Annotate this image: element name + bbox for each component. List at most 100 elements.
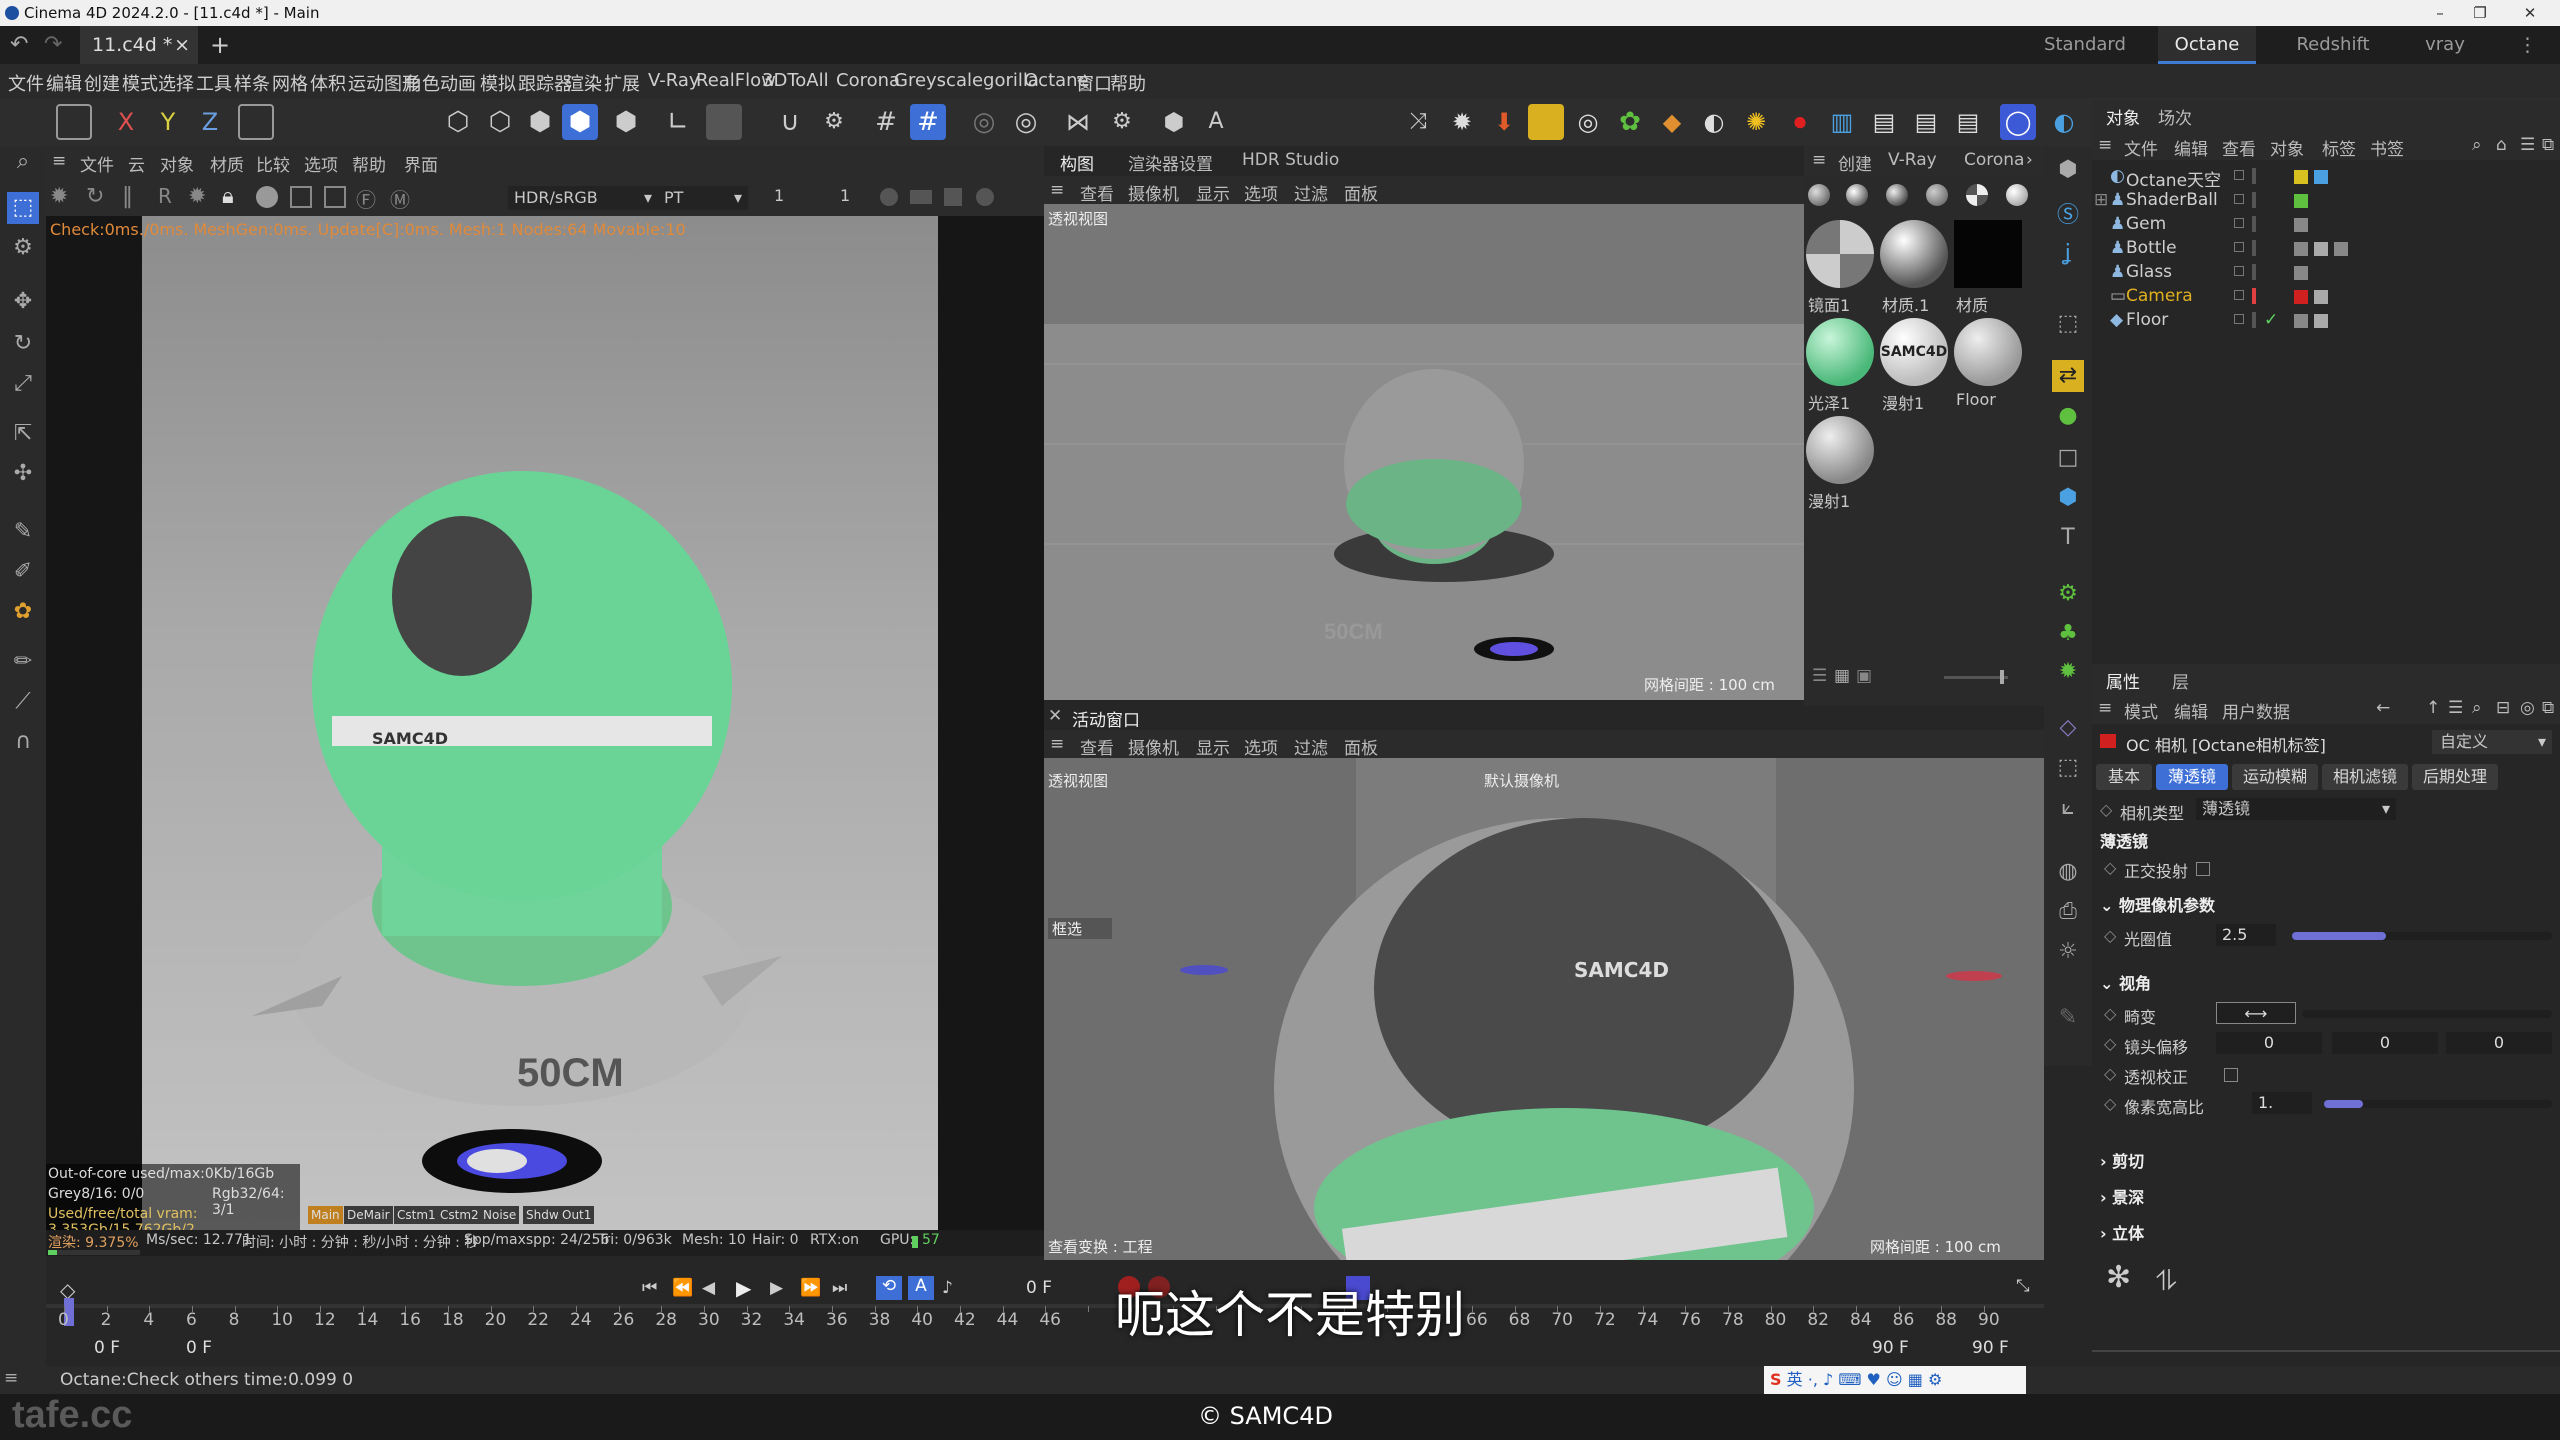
grid-snap-icon[interactable]: # (910, 104, 946, 140)
editor-render-dots[interactable] (2252, 312, 2256, 328)
preset-dropdown[interactable]: 自定义 ▾ (2432, 730, 2552, 754)
distortion-field[interactable]: ⟷ (2216, 1002, 2296, 1024)
diamond-icon[interactable]: ◇ (2104, 858, 2116, 877)
octane-scatter-icon[interactable]: ✿ (1612, 104, 1648, 140)
aperture-field[interactable]: 2.5 (2216, 924, 2276, 946)
object-tag-icon[interactable] (2334, 242, 2348, 256)
tab-layers[interactable]: 层 (2172, 668, 2189, 693)
octane-film-icon[interactable]: ▤ (1866, 104, 1902, 140)
viewport-bottom-menu-0[interactable]: 查看 (1080, 734, 1114, 759)
object-row[interactable]: ◆ Floor ✓ (2092, 310, 2560, 334)
object-name[interactable]: Glass (2126, 262, 2172, 282)
pick-material-icon[interactable] (324, 186, 346, 208)
object-menu-3[interactable]: 对象 (2270, 135, 2304, 160)
select-settings-icon[interactable]: ⚙ (7, 232, 39, 264)
render-settings-icon[interactable]: ◎ (1008, 104, 1044, 140)
subtab-motion-blur[interactable]: 运动模糊 (2232, 764, 2318, 790)
color-space-dropdown[interactable]: HDR/sRGB ▾ (508, 186, 658, 210)
dot-icon[interactable] (880, 188, 898, 206)
camera-type-dropdown[interactable]: 薄透镜 ▾ (2196, 798, 2396, 820)
region-icon[interactable]: R (158, 184, 172, 208)
menu-item-10[interactable]: 角色 (404, 70, 440, 96)
menu-item-19[interactable]: Corona (836, 70, 900, 91)
node-editor-icon[interactable]: ⥮ (2156, 1264, 2176, 1298)
render-view-icon[interactable]: ⬢ (1156, 104, 1192, 140)
editor-render-dots[interactable] (2252, 216, 2256, 232)
settings-icon[interactable]: ◎ (2520, 698, 2535, 718)
subtab-post[interactable]: 后期处理 (2412, 764, 2498, 790)
aov-chip[interactable]: Noise (480, 1206, 520, 1224)
skin-icon[interactable]: ♥ (1867, 1370, 1881, 1389)
subtab-thin-lens[interactable]: 薄透镜 (2156, 764, 2228, 790)
prev-key-icon[interactable]: ⏪ (672, 1278, 693, 1298)
octane-texture-icon[interactable] (1528, 104, 1564, 140)
pixel-aspect-field[interactable]: 1. (2252, 1092, 2312, 1114)
shader-ball-icon[interactable] (1886, 184, 1908, 206)
layout-standard[interactable]: Standard (2036, 26, 2134, 64)
object-row[interactable]: ♟ Gem (2092, 214, 2560, 238)
timeline-expand-icon[interactable]: ⤡ (2016, 1276, 2030, 1296)
select-mode-label[interactable]: 框选 (1048, 918, 1113, 939)
diamond-icon[interactable]: ◇ (2100, 800, 2112, 819)
octane-cube-icon[interactable]: ⬢ (2052, 154, 2084, 186)
layout-redshift[interactable]: Redshift (2284, 26, 2382, 64)
lock-icon[interactable]: 🔒︎ (222, 184, 234, 209)
object-tag-icon[interactable] (2294, 218, 2308, 232)
circle-icon[interactable] (976, 188, 994, 206)
octane-bend-icon[interactable]: ⟀ (2052, 792, 2084, 824)
viewport-top-menu-4[interactable]: 过滤 (1294, 180, 1328, 205)
brush-icon[interactable]: ✏ (7, 646, 39, 678)
object-menu-4[interactable]: 标签 (2322, 135, 2356, 160)
new-window-icon[interactable]: ⧉ (2542, 698, 2554, 718)
axis-y-toggle[interactable]: Y (150, 104, 186, 140)
menu-item-1[interactable]: 编辑 (46, 70, 82, 96)
pick-focus-icon[interactable] (290, 186, 312, 208)
material-menu-vray[interactable]: V-Ray (1888, 150, 1937, 170)
live-viewer-menu-4[interactable]: 比较 (256, 151, 290, 176)
symmetry-icon[interactable]: ⋈ (1060, 104, 1096, 140)
aov-chip[interactable]: Main (308, 1206, 343, 1224)
home-icon[interactable]: ⌂ (2496, 135, 2507, 155)
clay-mode-icon[interactable] (256, 186, 278, 208)
coordinate-system-icon[interactable] (238, 104, 274, 140)
object-row[interactable]: ◐ Octane天空 (2092, 166, 2560, 191)
material-thumb-3[interactable] (1954, 220, 2022, 288)
apps-icon[interactable]: ▦ (1908, 1370, 1923, 1389)
object-row[interactable]: ▭ Camera (2092, 286, 2560, 310)
menu-icon[interactable]: ≡ (2098, 698, 2112, 718)
goto-start-icon[interactable]: ⏮ (642, 1278, 657, 1298)
menu-icon[interactable]: ≡ (4, 1368, 18, 1388)
section-view[interactable]: ⌄ 视角 (2100, 970, 2151, 994)
render-value-1[interactable]: 1 (774, 186, 784, 205)
subtab-basic[interactable]: 基本 (2096, 764, 2152, 790)
layout-octane[interactable]: Octane (2158, 26, 2256, 64)
editor-render-dots[interactable] (2252, 240, 2256, 256)
object-menu-0[interactable]: 文件 (2124, 135, 2158, 160)
tab-composition[interactable]: 构图 (1060, 150, 1094, 175)
menu-item-13[interactable]: 跟踪器 (518, 70, 572, 96)
object-name[interactable]: Camera (2126, 286, 2193, 306)
visibility-toggle[interactable] (2234, 290, 2244, 300)
filter-icon[interactable]: ☰ (2448, 698, 2463, 718)
menu-item-2[interactable]: 创建 (84, 70, 120, 96)
octane-arrows-icon[interactable]: ⇄ (2052, 360, 2084, 392)
menu-item-23[interactable]: 帮助 (1110, 70, 1146, 96)
object-name[interactable]: Floor (2126, 310, 2168, 330)
maximize-icon[interactable]: ❐ (2460, 0, 2500, 26)
aov-chip[interactable]: Out1 (559, 1206, 595, 1224)
menu-icon[interactable]: ≡ (1050, 180, 1064, 200)
grid-icon[interactable]: # (868, 104, 904, 140)
octane-j-icon[interactable]: ʝ (2052, 238, 2084, 270)
lock-icon[interactable]: ⊟ (2496, 698, 2510, 718)
loop-icon[interactable]: ⟲ (876, 1276, 902, 1300)
object-row[interactable]: ♟ Bottle (2092, 238, 2560, 262)
visibility-toggle[interactable] (2234, 194, 2244, 204)
visibility-toggle[interactable] (2234, 314, 2244, 324)
menu-item-15[interactable]: 扩展 (604, 70, 640, 96)
more-icon[interactable]: ⋮ (2518, 26, 2537, 64)
paint-icon[interactable]: ✿ (7, 596, 39, 628)
object-menu-2[interactable]: 查看 (2222, 135, 2256, 160)
octane-trash-icon[interactable]: ▥ (1824, 104, 1860, 140)
up-arrow-icon[interactable]: ↑ (2426, 698, 2440, 718)
ime-settings-icon[interactable]: ⚙ (1928, 1370, 1942, 1389)
